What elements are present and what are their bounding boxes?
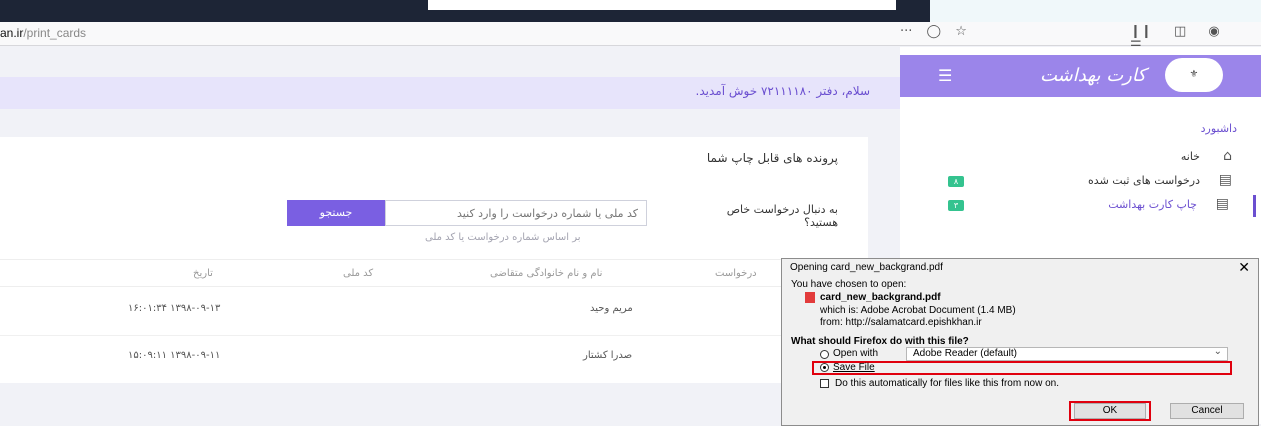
file-source: from: http://salamatcard.epishkhan.ir: [820, 317, 982, 328]
url-bar[interactable]: an.ir/print_cards ··· ◯ ☆ ❙❙ ◫ ◉ ☰: [0, 22, 1261, 54]
library-icon[interactable]: ❙❙: [1130, 24, 1152, 39]
brand-name: کارت بهداشت: [1040, 65, 1146, 86]
url-text[interactable]: an.ir/print_cards: [0, 26, 86, 40]
table-row[interactable]: صدرا کشتار ۱۳۹۸-۰۹-۱۱ ۱۵:۰۹:۱۱: [0, 335, 868, 375]
sidebar-item-label: درخواست های ثبت شده: [1088, 174, 1200, 187]
sidebar-item-home[interactable]: ⌂ خانه: [900, 147, 1256, 169]
open-with-select[interactable]: Adobe Reader (default) ⌄: [906, 346, 1228, 361]
tab-strip-right: [930, 0, 1261, 22]
search-question: به دنبال درخواست خاص هستید؟: [726, 203, 838, 229]
table-header: درخواست نام و نام خانوادگی متقاضی کد ملی…: [0, 259, 868, 287]
sidebar-item-print-card[interactable]: ▤ چاپ کارت بهداشت ۳: [900, 195, 1256, 217]
sidebar-header: ☰ کارت بهداشت ⚜: [900, 55, 1261, 97]
star-icon[interactable]: ☆: [955, 24, 967, 39]
ok-button[interactable]: OK: [1074, 403, 1146, 419]
col-request: درخواست: [715, 268, 757, 279]
document-icon: ▤: [1215, 196, 1229, 212]
close-icon[interactable]: ✕: [1238, 259, 1250, 276]
sidebar-item-requests[interactable]: ▤ درخواست های ثبت شده ۸: [900, 171, 1256, 193]
auto-label[interactable]: Do this automatically for files like thi…: [835, 378, 1059, 389]
url-actions: ··· ◯ ☆: [900, 24, 977, 39]
file-type: which is: Adobe Acrobat Document (1.4 MB…: [820, 305, 1016, 316]
open-with-radio[interactable]: [820, 350, 829, 359]
dialog-title: Opening card_new_backgrand.pdf: [790, 262, 943, 273]
sidebar-item-label: خانه: [1180, 150, 1200, 163]
card-title: پرونده های قابل چاپ شما: [706, 151, 838, 165]
table-row[interactable]: مریم وحید ۱۳۹۸-۰۹-۱۳ ۱۶:۰۱:۳۴: [0, 289, 868, 329]
col-name: نام و نام خانوادگی متقاضی: [490, 268, 603, 279]
save-file-highlight: [812, 361, 1232, 375]
count-badge: ۳: [948, 200, 964, 211]
col-date: تاریخ: [193, 268, 213, 279]
col-national-id: کد ملی: [343, 268, 374, 279]
document-icon: ▤: [1218, 172, 1232, 188]
row-date: ۱۳۹۸-۰۹-۱۱ ۱۵:۰۹:۱۱: [128, 350, 221, 361]
download-dialog: Opening card_new_backgrand.pdf ✕ You hav…: [781, 258, 1259, 426]
file-name: card_new_backgrand.pdf: [820, 292, 941, 303]
sidebar-icon[interactable]: ◫: [1174, 24, 1186, 39]
pdf-file-icon: [805, 292, 815, 303]
search-button[interactable]: جستجو: [287, 200, 385, 226]
more-icon[interactable]: ···: [900, 24, 912, 39]
sidebar-section-title: داشبورد: [1200, 122, 1237, 135]
auto-checkbox[interactable]: [820, 379, 829, 388]
search-input[interactable]: [385, 200, 647, 226]
cancel-button[interactable]: Cancel: [1170, 403, 1244, 419]
open-with-label[interactable]: Open with: [833, 348, 878, 359]
save-file-radio[interactable]: [820, 363, 829, 372]
browser-tab-strip: [0, 0, 1261, 22]
emblem-logo: ⚜: [1165, 58, 1223, 92]
chevron-down-icon: ⌄: [1213, 346, 1222, 357]
chosen-text: You have chosen to open:: [791, 279, 907, 290]
hamburger-icon[interactable]: ☰: [938, 66, 952, 85]
printable-files-card: پرونده های قابل چاپ شما به دنبال درخواست…: [0, 137, 868, 383]
row-name: صدرا کشتار: [583, 350, 633, 361]
selected-app: Adobe Reader (default): [913, 348, 1017, 359]
save-file-label[interactable]: Save File: [833, 362, 875, 373]
home-icon: ⌂: [1223, 148, 1232, 164]
greeting-text: سلام، دفتر ۷۲۱۱۱۱۸۰ خوش آمدید.: [695, 84, 870, 98]
active-tab[interactable]: [428, 0, 896, 10]
dialog-question: What should Firefox do with this file?: [791, 336, 969, 347]
row-name: مریم وحید: [590, 303, 633, 314]
welcome-bar: سلام، دفتر ۷۲۱۱۱۱۸۰ خوش آمدید.: [0, 77, 900, 109]
sidebar-item-label: چاپ کارت بهداشت: [1108, 198, 1197, 211]
count-badge: ۸: [948, 176, 964, 187]
row-date: ۱۳۹۸-۰۹-۱۳ ۱۶:۰۱:۳۴: [128, 303, 221, 314]
extension-icon[interactable]: ◉: [1208, 24, 1219, 39]
search-hint: بر اساس شماره درخواست یا کد ملی: [425, 232, 581, 243]
pocket-icon[interactable]: ◯: [927, 24, 942, 39]
